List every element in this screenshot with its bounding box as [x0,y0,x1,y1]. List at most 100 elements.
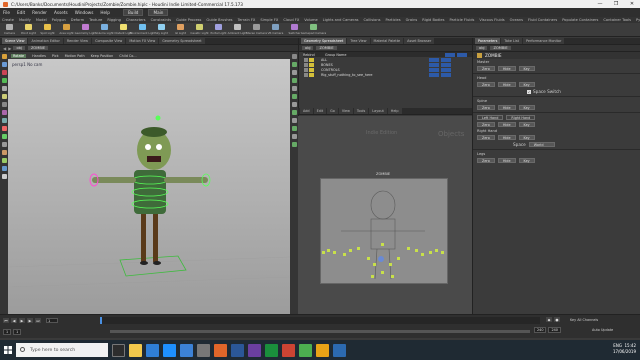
houdini-taskbar-icon[interactable] [214,343,227,357]
flag-icon[interactable] [309,57,314,62]
shelf-tab[interactable]: Characters [126,18,146,22]
space-switch-checkbox[interactable]: ✓ [527,89,531,94]
shelf-tab[interactable]: Create [2,18,14,22]
tab-performance-monitor[interactable]: Performance Monitor [522,38,565,44]
righthand-key-button[interactable]: Key [518,135,535,140]
path-zombie[interactable]: ZOMBIE [27,46,49,50]
shelf-tab[interactable]: Particle Fluids [450,18,475,22]
shelf-tool[interactable]: Caustic Light [190,23,209,36]
lights-icon[interactable] [291,110,297,115]
frame-range-slider[interactable] [110,330,530,333]
pick-option[interactable]: Pick [52,54,59,58]
shelf-tab[interactable]: Volume [304,18,317,22]
shelf-tab[interactable]: Guide Process [176,18,201,22]
head-control-ball[interactable] [155,115,161,121]
desktop-selector[interactable]: Main [148,9,169,16]
word-icon[interactable] [333,343,346,357]
shelf-tab[interactable]: Guide Brushes [206,18,232,22]
list-color-a[interactable] [429,62,439,67]
menu-help[interactable]: Help [100,10,110,15]
record-tool-icon[interactable] [1,126,7,131]
menu-view[interactable]: View [338,108,353,114]
space-dropdown[interactable]: World [528,142,555,147]
spine-hide-button[interactable]: Hide [497,105,516,110]
edge-icon[interactable] [146,343,159,357]
head-hide-button[interactable]: Hide [497,82,516,87]
viewport-camera-label[interactable]: persp1 No cam [12,62,42,67]
shelf-tool[interactable]: Geometry Light [75,23,96,36]
visual-studio-icon[interactable] [248,343,261,357]
language-indicator[interactable]: ENG [613,343,622,348]
lefthand-hide-button[interactable]: Hide [497,122,516,127]
shelf-tab[interactable]: Model [36,18,47,22]
shelf-tool[interactable]: Portal Light [209,23,228,36]
list-item[interactable]: ALL [303,57,472,62]
display-options-icon[interactable] [291,54,297,59]
list-item[interactable]: CONTROLS [303,67,472,72]
scale-tool-icon[interactable] [1,78,7,83]
tab-scene-view[interactable]: Scene View [2,38,28,44]
tab-tree-view[interactable]: Tree View [347,38,370,44]
camera-view-icon[interactable] [291,118,297,123]
minimize-button[interactable]: — [592,0,608,8]
shelf-tab[interactable]: Simple FX [260,18,278,22]
key-all-channels-label[interactable]: Key All Channels [570,317,598,323]
shelf-tab[interactable]: Grains [406,18,418,22]
shelf-tool[interactable]: Spot Light [38,23,57,36]
legs-key-button[interactable]: Key [518,158,535,163]
tab-geometry-spreadsheet-2[interactable]: Geometry Spreadsheet [301,38,347,44]
key-icon[interactable]: ◆ [546,317,552,322]
select-tool-icon[interactable] [1,54,7,59]
key-tool-icon[interactable] [1,134,7,139]
jump-end-icon[interactable]: ⏭ [35,318,41,323]
child-comp-option[interactable]: Child Co... [119,54,136,58]
maximize-button[interactable]: ❐ [608,0,624,8]
background-icon[interactable] [291,134,297,139]
middle-path-obj[interactable]: obj [302,46,314,50]
bones-icon[interactable] [291,102,297,107]
shelf-tab[interactable]: Deform [71,18,84,22]
params-path-obj[interactable]: obj [476,46,488,50]
visibility-icon[interactable] [304,57,308,62]
flag-icon[interactable] [309,67,314,72]
points-icon[interactable] [291,78,297,83]
shelf-tool[interactable]: Gamepad Camera [301,23,326,36]
sticky-notes-icon[interactable] [316,343,329,357]
tab-geometry-spreadsheet[interactable]: Geometry Spreadsheet [159,38,205,44]
rotate-option[interactable]: Rotate [11,53,27,58]
view-tool-icon[interactable] [1,102,7,107]
file-explorer-icon[interactable] [129,343,142,357]
auto-update-label[interactable]: Auto Update [592,328,613,332]
motion-path-option[interactable]: Motion Path [65,54,85,58]
rotate-tool-icon[interactable] [1,70,7,75]
auto-key-icon[interactable]: ● [554,317,560,322]
list-color-b[interactable] [441,67,451,72]
shelf-tool[interactable]: Camera [0,23,19,36]
tab-motion-fx-view[interactable]: Motion FX View [126,38,159,44]
current-frame-field[interactable]: 1 [46,318,58,323]
start-frame-field[interactable]: 1 [13,328,22,335]
visibility-icon[interactable] [304,72,308,77]
safe-area-icon[interactable] [291,142,297,147]
menu-add[interactable]: Add [300,108,313,114]
visibility-icon[interactable] [304,62,308,67]
display-tool-icon[interactable] [1,158,7,163]
left-hand-tab[interactable]: Left Hand [477,115,504,120]
master-hide-button[interactable]: Hide [497,66,516,71]
settings-icon[interactable] [197,343,210,357]
scene-viewport[interactable] [7,52,291,314]
shelf-tab[interactable]: Fluid Containers [528,18,557,22]
shelf-tab[interactable]: Cloud FX [283,18,299,22]
shading-icon[interactable] [291,62,297,67]
shelf-tool[interactable]: Sky Light [152,23,171,36]
master-zero-button[interactable]: Zero [477,66,495,71]
menu-layout[interactable]: Layout [369,108,387,114]
menu-windows[interactable]: Windows [75,10,94,15]
shelf-tab[interactable]: Collisions [364,18,381,22]
list-color-b[interactable] [441,62,451,67]
shelf-tab[interactable]: Viscous Fluids [479,18,504,22]
store-icon[interactable] [163,343,176,357]
middle-path-zombie[interactable]: ZOMBIE [316,46,337,50]
tab-render-view[interactable]: Render View [63,38,92,44]
visibility-icon[interactable] [304,67,308,72]
